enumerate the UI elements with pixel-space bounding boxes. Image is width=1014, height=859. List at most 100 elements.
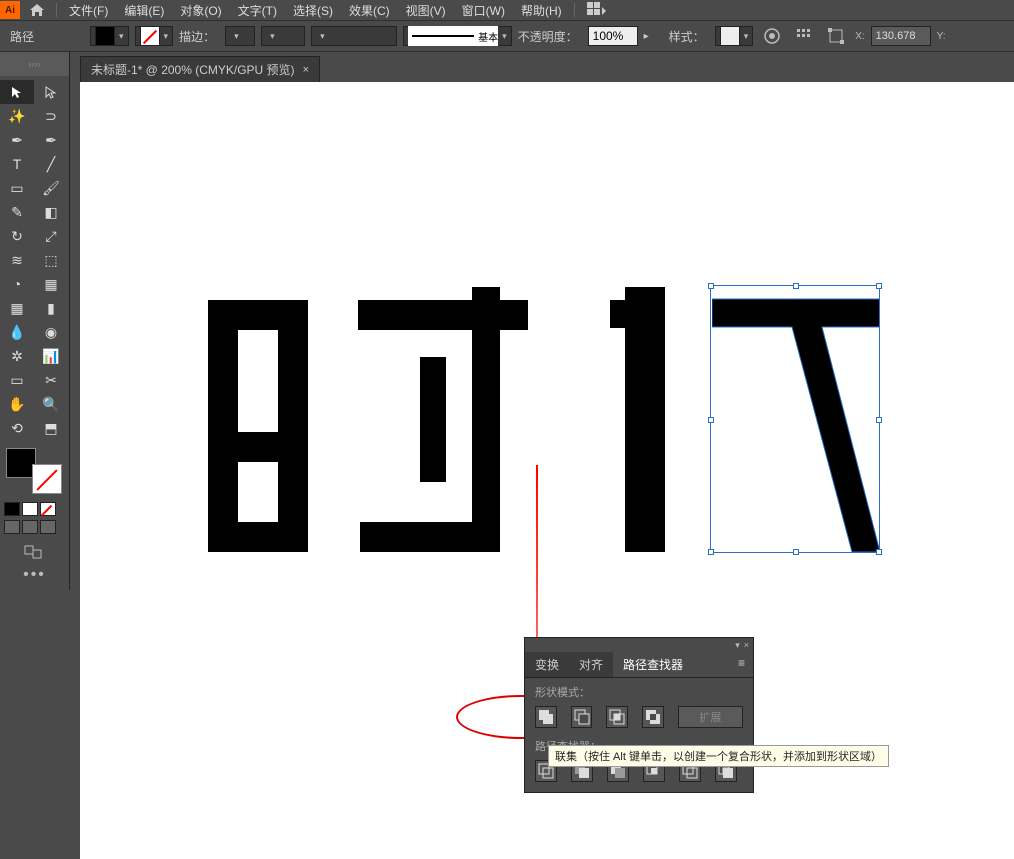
symbol-sprayer-tool[interactable]: ✲ xyxy=(0,344,34,368)
gradient-tool[interactable]: ▮ xyxy=(34,296,68,320)
close-icon[interactable]: × xyxy=(303,64,309,76)
panel-tab-transform[interactable]: 变换 xyxy=(525,652,569,677)
stroke-style[interactable]: 基本 ▾ xyxy=(403,26,512,46)
gradient-mode[interactable] xyxy=(22,502,38,516)
toggle-fill-stroke[interactable]: ⟲ xyxy=(0,416,34,440)
rotate-tool[interactable]: ↻ xyxy=(0,224,34,248)
pathfinder-panel[interactable]: ▾ × 变换 对齐 路径查找器 ≡ 形状模式： 扩展 路径查找器： xyxy=(524,637,754,793)
menu-select[interactable]: 选择(S) xyxy=(285,2,341,19)
align-icon[interactable] xyxy=(791,23,817,49)
document-tab[interactable]: 未标题-1* @ 200% (CMYK/GPU 预览) × xyxy=(80,56,320,82)
x-label: X: xyxy=(855,31,864,42)
variable-width[interactable]: ▾ xyxy=(261,26,305,46)
default-fill-stroke[interactable]: ⬒ xyxy=(34,416,68,440)
handle-s[interactable] xyxy=(793,549,799,555)
menu-window[interactable]: 窗口(W) xyxy=(454,2,513,19)
artwork-shape xyxy=(472,287,500,552)
panel-collapse-icon[interactable]: ▾ xyxy=(735,640,740,651)
options-bar: 路径 ▾ ▾ 描边： ▾ ▾ ▾ 基本 ▾ 不透明度： 100% ▸ 样式： ▾… xyxy=(0,20,1014,52)
menu-file[interactable]: 文件(F) xyxy=(61,2,116,19)
document-tabs: 未标题-1* @ 200% (CMYK/GPU 预览) × xyxy=(0,52,1014,82)
menu-effect[interactable]: 效果(C) xyxy=(341,2,398,19)
handle-se[interactable] xyxy=(876,549,882,555)
annotation-arrow xyxy=(536,465,538,645)
panel-tab-align[interactable]: 对齐 xyxy=(569,652,613,677)
menu-type[interactable]: 文字(T) xyxy=(230,2,285,19)
more-tools[interactable]: ••• xyxy=(0,560,69,590)
selection-box[interactable] xyxy=(710,285,880,553)
opacity-input[interactable]: 100% xyxy=(588,26,638,46)
artwork-shape xyxy=(208,300,238,552)
recolor-icon[interactable] xyxy=(759,23,785,49)
eyedropper-tool[interactable]: 💧 xyxy=(0,320,34,344)
perspective-tool[interactable]: ▦ xyxy=(34,272,68,296)
curvature-tool[interactable]: ✒ xyxy=(34,128,68,152)
artboard-tool[interactable]: ▭ xyxy=(0,368,34,392)
eraser-tool[interactable]: ◧ xyxy=(34,200,68,224)
arrange-docs-icon[interactable] xyxy=(587,2,607,19)
line-tool[interactable]: ╱ xyxy=(34,152,68,176)
handle-n[interactable] xyxy=(793,283,799,289)
selection-tool[interactable] xyxy=(0,80,34,104)
direct-selection-tool[interactable] xyxy=(34,80,68,104)
slice-tool[interactable]: ✂ xyxy=(34,368,68,392)
stroke-weight[interactable]: ▾ xyxy=(225,26,255,46)
lasso-tool[interactable]: ⊃ xyxy=(34,104,68,128)
rectangle-tool[interactable]: ▭ xyxy=(0,176,34,200)
menu-help[interactable]: 帮助(H) xyxy=(513,2,570,19)
handle-e[interactable] xyxy=(876,417,882,423)
screen-mode-2[interactable] xyxy=(22,520,38,534)
menu-view[interactable]: 视图(V) xyxy=(398,2,454,19)
menu-bar: Ai 文件(F) 编辑(E) 对象(O) 文字(T) 选择(S) 效果(C) 视… xyxy=(0,0,1014,20)
transform-icon[interactable] xyxy=(823,23,849,49)
graphic-style[interactable]: ▾ xyxy=(715,26,754,46)
edit-toolbar-icon[interactable] xyxy=(0,542,69,560)
fill-stroke-indicator[interactable] xyxy=(4,446,64,496)
toolbox-header[interactable]: ›››› xyxy=(0,52,69,76)
shaper-tool[interactable]: ✎ xyxy=(0,200,34,224)
blend-tool[interactable]: ◉ xyxy=(34,320,68,344)
graph-tool[interactable]: 📊 xyxy=(34,344,68,368)
x-coord[interactable]: 130.678 xyxy=(871,26,931,46)
mesh-tool[interactable]: ▦ xyxy=(0,296,34,320)
handle-sw[interactable] xyxy=(708,549,714,555)
handle-nw[interactable] xyxy=(708,283,714,289)
opacity-label: 不透明度： xyxy=(518,28,578,45)
artwork-shape xyxy=(360,522,500,552)
unite-button[interactable] xyxy=(535,706,557,728)
menu-object[interactable]: 对象(O) xyxy=(172,2,229,19)
width-tool[interactable]: ≋ xyxy=(0,248,34,272)
stroke-swatch[interactable]: ▾ xyxy=(135,26,174,46)
menu-edit[interactable]: 编辑(E) xyxy=(116,2,172,19)
minus-front-button[interactable] xyxy=(571,706,593,728)
color-mode[interactable] xyxy=(4,502,20,516)
zoom-tool[interactable]: 🔍 xyxy=(34,392,68,416)
expand-button[interactable]: 扩展 xyxy=(678,706,743,728)
screen-mode-1[interactable] xyxy=(4,520,20,534)
panel-menu-icon[interactable]: ≡ xyxy=(730,652,753,677)
pen-tool[interactable]: ✒ xyxy=(0,128,34,152)
handle-ne[interactable] xyxy=(876,283,882,289)
free-transform-tool[interactable]: ⬚ xyxy=(34,248,68,272)
panel-close-icon[interactable]: × xyxy=(744,640,749,650)
intersect-button[interactable] xyxy=(606,706,628,728)
brush-def[interactable]: ▾ xyxy=(311,26,397,46)
shape-modes-label: 形状模式： xyxy=(525,678,753,702)
stroke-color[interactable] xyxy=(32,464,62,494)
shape-builder-tool[interactable]: ◔ xyxy=(0,272,34,296)
scale-tool[interactable]: ⤢ xyxy=(34,224,68,248)
tooltip: 联集（按住 Alt 键单击，以创建一个复合形状，并添加到形状区域） xyxy=(548,745,889,767)
none-mode[interactable] xyxy=(40,502,56,516)
app-logo: Ai xyxy=(0,1,20,19)
panel-tab-pathfinder[interactable]: 路径查找器 xyxy=(613,652,693,677)
home-icon[interactable] xyxy=(22,0,52,23)
screen-mode-3[interactable] xyxy=(40,520,56,534)
workspace: ▾ × 变换 对齐 路径查找器 ≡ 形状模式： 扩展 路径查找器： 联集（按住 … xyxy=(80,82,1014,859)
type-tool[interactable]: T xyxy=(0,152,34,176)
magic-wand-tool[interactable]: ✨ xyxy=(0,104,34,128)
handle-w[interactable] xyxy=(708,417,714,423)
fill-swatch[interactable]: ▾ xyxy=(90,26,129,46)
paintbrush-tool[interactable]: 🖌 xyxy=(34,176,68,200)
exclude-button[interactable] xyxy=(642,706,664,728)
hand-tool[interactable]: ✋ xyxy=(0,392,34,416)
